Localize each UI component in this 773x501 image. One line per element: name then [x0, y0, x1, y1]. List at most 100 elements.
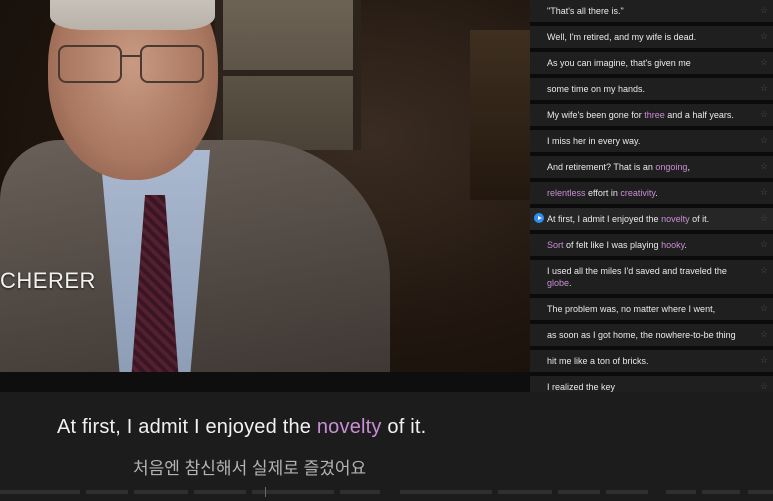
transcript-line[interactable]: My wife's been gone for three and a half…	[530, 104, 773, 127]
star-icon[interactable]: ☆	[760, 186, 768, 198]
transcript-line[interactable]: I miss her in every way. ☆	[530, 130, 773, 153]
transcript-line-text: I realized the key	[547, 382, 615, 392]
transcript-panel[interactable]: "That's all there is." ☆ Well, I'm retired…	[530, 0, 773, 392]
text-segment: as soon as I got home, the nowhere-to-be…	[547, 330, 736, 340]
transcript-line[interactable]: as soon as I got home, the nowhere-to-be…	[530, 324, 773, 347]
star-icon[interactable]: ☆	[760, 56, 768, 68]
transcript-line[interactable]: At first, I admit I enjoyed the novelty …	[530, 208, 773, 231]
transcript-line[interactable]: hit me like a ton of bricks. ☆	[530, 350, 773, 373]
transcript-line-text: At first, I admit I enjoyed the novelty …	[547, 214, 709, 224]
text-segment: I miss her in every way.	[547, 136, 641, 146]
text-segment: effort in	[585, 188, 621, 198]
star-icon[interactable]: ☆	[760, 160, 768, 172]
highlighted-word[interactable]: relentless	[547, 188, 586, 198]
progress-segment[interactable]	[134, 490, 188, 494]
progress-segment[interactable]	[498, 490, 552, 494]
text-segment: I used all the miles I'd saved and trave…	[547, 266, 727, 276]
highlighted-word[interactable]: creativity	[620, 188, 655, 198]
star-icon[interactable]: ☆	[760, 302, 768, 314]
progress-segment[interactable]	[666, 490, 696, 494]
star-icon[interactable]: ☆	[760, 238, 768, 250]
transcript-line[interactable]: I realized the key ☆	[530, 376, 773, 392]
star-icon[interactable]: ☆	[760, 134, 768, 146]
highlighted-word[interactable]: globe	[547, 278, 569, 288]
star-icon[interactable]: ☆	[760, 328, 768, 340]
transcript-line-text: Sort of felt like I was playing hooky.	[547, 240, 687, 250]
transcript-line-text: And retirement? That is an ongoing,	[547, 162, 690, 172]
text-segment: My wife's been gone for	[547, 110, 645, 120]
text-segment: At first, I admit I enjoyed the	[57, 416, 317, 438]
transcript-line-text: "That's all there is."	[547, 6, 624, 16]
transcript-line[interactable]: I used all the miles I'd saved and trave…	[530, 260, 773, 295]
subtitle-korean: 처음엔 참신해서 실제로 즐겼어요	[133, 459, 367, 478]
transcript-line[interactable]: Well, I'm retired, and my wife is dead. ☆	[530, 26, 773, 49]
text-segment: hit me like a ton of bricks.	[547, 356, 649, 366]
background-shelf	[470, 30, 530, 200]
text-segment: .	[684, 240, 687, 250]
text-segment: of it.	[689, 214, 710, 224]
transcript-line[interactable]: And retirement? That is an ongoing, ☆	[530, 156, 773, 179]
progress-segment[interactable]	[0, 490, 80, 494]
star-icon[interactable]: ☆	[760, 82, 768, 94]
star-icon[interactable]: ☆	[760, 380, 768, 392]
text-segment: As you can imagine, that's given me	[547, 58, 691, 68]
text-segment: and a half years.	[664, 110, 734, 120]
transcript-line-text: My wife's been gone for three and a half…	[547, 110, 734, 120]
text-segment: .	[655, 188, 658, 198]
transcript-line-text: As you can imagine, that's given me	[547, 58, 691, 68]
highlighted-word[interactable]: novelty	[661, 214, 690, 224]
transcript-line-text: some time on my hands.	[547, 84, 645, 94]
text-segment: ,	[687, 162, 690, 172]
progress-segment[interactable]	[194, 490, 246, 494]
text-segment: of it.	[381, 416, 427, 438]
speaker-hair	[50, 0, 215, 30]
star-icon[interactable]: ☆	[760, 30, 768, 42]
progress-segment[interactable]	[558, 490, 600, 494]
transcript-line[interactable]: relentless effort in creativity. ☆	[530, 182, 773, 205]
transcript-line[interactable]: Sort of felt like I was playing hooky. ☆	[530, 234, 773, 257]
transcript-line-text: I miss her in every way.	[547, 136, 640, 146]
star-icon[interactable]: ☆	[760, 354, 768, 366]
star-icon[interactable]: ☆	[760, 212, 768, 224]
play-indicator-icon	[534, 213, 544, 223]
transcript-line[interactable]: As you can imagine, that's given me ☆	[530, 52, 773, 75]
transcript-line-text: I used all the miles I'd saved and trave…	[547, 266, 727, 288]
star-icon[interactable]: ☆	[760, 4, 768, 16]
transcript-line-text: as soon as I got home, the nowhere-to-be…	[547, 330, 736, 340]
text-segment: Well, I'm retired, and my wife is dead.	[547, 32, 697, 42]
speaker-glasses	[58, 45, 208, 85]
progress-segment[interactable]	[340, 490, 380, 494]
highlighted-word[interactable]: novelty	[317, 416, 382, 438]
progress-segment[interactable]	[86, 490, 128, 494]
star-icon[interactable]: ☆	[760, 264, 768, 276]
text-segment: some time on my hands.	[547, 84, 646, 94]
text-segment: I realized the key	[547, 382, 616, 392]
progress-segment[interactable]	[606, 490, 648, 494]
video-player[interactable]: CHERER	[0, 0, 530, 392]
highlighted-word[interactable]: Sort	[547, 240, 564, 250]
video-letterbox	[0, 372, 530, 392]
transcript-line-text: relentless effort in creativity.	[547, 188, 658, 198]
transcript-line[interactable]: The problem was, no matter where I went,…	[530, 298, 773, 321]
highlighted-word[interactable]: ongoing	[655, 162, 687, 172]
background-window	[215, 0, 361, 150]
text-segment: of felt like I was playing	[563, 240, 662, 250]
progress-bar[interactable]	[0, 487, 773, 497]
progress-cursor[interactable]	[265, 487, 266, 497]
transcript-line-text: The problem was, no matter where I went,	[547, 304, 715, 314]
highlighted-word[interactable]: hooky	[661, 240, 684, 250]
star-icon[interactable]: ☆	[760, 108, 768, 120]
text-segment: "That's all there is."	[547, 6, 624, 16]
progress-segment[interactable]	[748, 490, 773, 494]
progress-segment[interactable]	[702, 490, 740, 494]
transcript-line-text: hit me like a ton of bricks.	[547, 356, 649, 366]
text-segment: .	[569, 278, 572, 288]
lower-third-caption: CHERER	[0, 268, 96, 293]
subtitle-english[interactable]: At first, I admit I enjoyed the novelty …	[57, 416, 426, 439]
transcript-line[interactable]: some time on my hands. ☆	[530, 78, 773, 101]
transcript-line-text: Well, I'm retired, and my wife is dead.	[547, 32, 696, 42]
highlighted-word[interactable]: three	[644, 110, 665, 120]
transcript-line[interactable]: "That's all there is." ☆	[530, 0, 773, 23]
text-segment: The problem was, no matter where I went,	[547, 304, 716, 314]
progress-segment[interactable]	[400, 490, 492, 494]
